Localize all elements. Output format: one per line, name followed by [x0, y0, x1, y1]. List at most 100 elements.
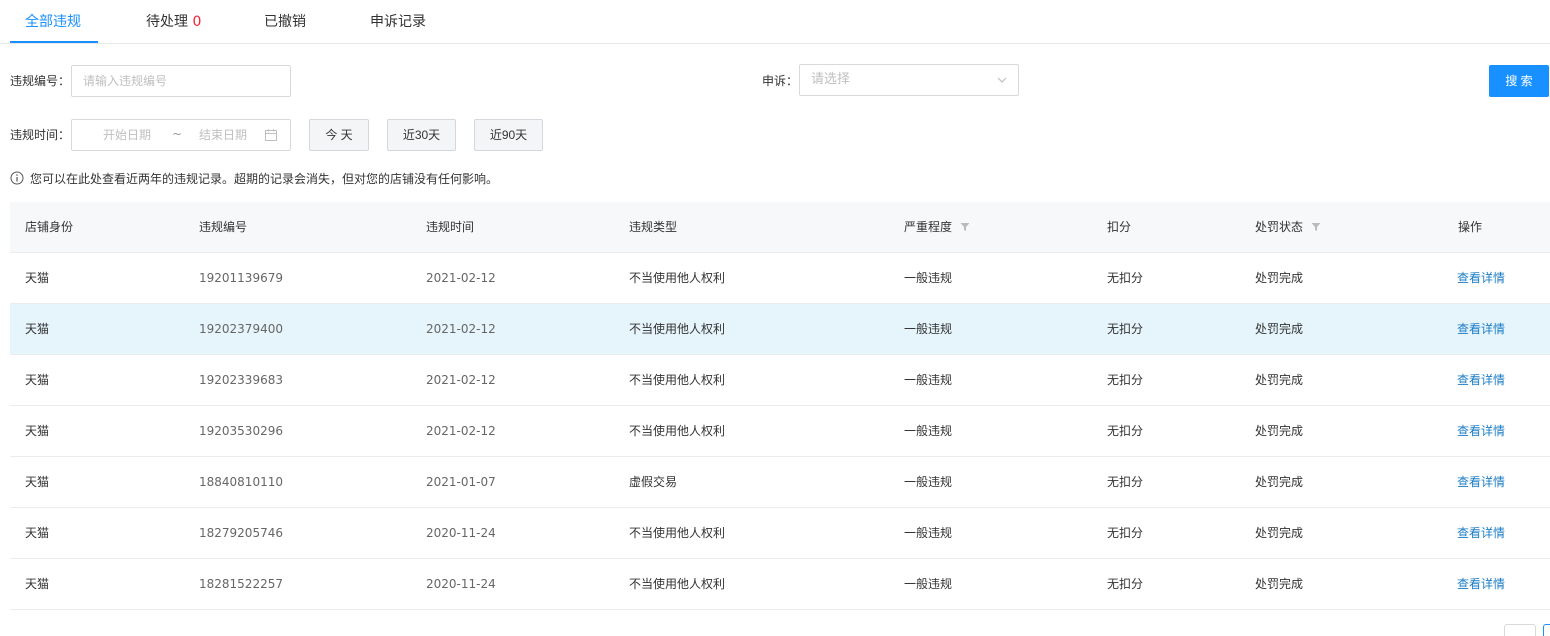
last-30-days-button[interactable]: 近30天	[387, 119, 456, 151]
cell-time: 2021-02-12	[426, 322, 496, 336]
retention-notice: 您可以在此处查看近两年的违规记录。超期的记录会消失，但对您的店铺没有任何影响。	[10, 170, 498, 186]
cell-status: 处罚完成	[1255, 322, 1304, 336]
violation-no-input[interactable]: 请输入违规编号	[71, 65, 291, 97]
cell-severity: 一般违规	[904, 577, 953, 591]
cell-number: 19202379400	[199, 322, 283, 336]
header-label: 店铺身份	[25, 220, 74, 234]
view-details-link[interactable]: 查看详情	[1457, 474, 1505, 490]
cell-identity: 天猫	[25, 271, 50, 285]
header-label: 扣分	[1107, 220, 1132, 234]
chevron-down-icon	[997, 77, 1007, 83]
cell-points: 无扣分	[1107, 373, 1144, 387]
cell-number: 18281522257	[199, 577, 283, 591]
header-severity[interactable]: 严重程度	[904, 219, 970, 235]
filter-icon[interactable]	[960, 222, 970, 232]
view-details-link[interactable]: 查看详情	[1457, 270, 1505, 286]
header-status[interactable]: 处罚状态	[1255, 219, 1321, 235]
cell-number: 18279205746	[199, 526, 283, 540]
pagination-page-button[interactable]	[1543, 624, 1550, 636]
cell-points: 无扣分	[1107, 424, 1144, 438]
violation-no-placeholder: 请输入违规编号	[83, 74, 168, 88]
table-row: 天猫 18281522257 2020-11-24 不当使用他人权利 一般违规 …	[10, 559, 1550, 610]
cell-identity: 天猫	[25, 373, 50, 387]
cell-type: 不当使用他人权利	[629, 322, 726, 336]
filter-icon[interactable]	[1311, 222, 1321, 232]
cell-type: 不当使用他人权利	[629, 424, 726, 438]
header-label: 违规类型	[629, 220, 678, 234]
view-details-link[interactable]: 查看详情	[1457, 525, 1505, 541]
cell-type: 不当使用他人权利	[629, 373, 726, 387]
cell-points: 无扣分	[1107, 271, 1144, 285]
header-label: 操作	[1458, 220, 1483, 234]
cell-time: 2021-02-12	[426, 271, 496, 285]
violation-time-label: 违规时间：	[10, 128, 71, 142]
cell-points: 无扣分	[1107, 475, 1144, 489]
pagination-prev-button[interactable]	[1504, 624, 1536, 636]
cell-points: 无扣分	[1107, 526, 1144, 540]
tab-appeal-records[interactable]: 申诉记录	[370, 12, 426, 32]
view-details-link[interactable]: 查看详情	[1457, 576, 1505, 592]
table-header: 店铺身份 违规编号 违规时间 违规类型 严重程度 扣分 处罚状态 操作	[10, 202, 1550, 253]
calendar-icon	[265, 129, 277, 141]
cell-number: 19203530296	[199, 424, 283, 438]
cell-status: 处罚完成	[1255, 526, 1304, 540]
cell-severity: 一般违规	[904, 526, 953, 540]
today-button[interactable]: 今 天	[309, 119, 369, 151]
cell-identity: 天猫	[25, 424, 50, 438]
header-label: 严重程度	[904, 220, 953, 234]
info-circle-icon	[10, 171, 24, 185]
header-identity: 店铺身份	[25, 219, 73, 235]
tab-label: 全部违规	[25, 14, 81, 30]
active-tab-indicator	[10, 41, 98, 43]
header-number: 违规编号	[199, 219, 247, 235]
cell-severity: 一般违规	[904, 271, 953, 285]
cell-number: 19202339683	[199, 373, 283, 387]
appeal-select[interactable]: 请选择	[799, 64, 1019, 96]
appeal-label: 申诉：	[762, 74, 799, 88]
cell-time: 2020-11-24	[426, 577, 496, 591]
tab-label: 申诉记录	[370, 14, 426, 30]
table-row: 天猫 19202379400 2021-02-12 不当使用他人权利 一般违规 …	[10, 304, 1550, 355]
appeal-placeholder: 请选择	[811, 72, 851, 87]
cell-type: 不当使用他人权利	[629, 577, 726, 591]
tab-all-violations[interactable]: 全部违规	[25, 12, 81, 32]
end-date-placeholder: 结束日期	[199, 128, 248, 142]
cell-severity: 一般违规	[904, 373, 953, 387]
table-row: 天猫 19203530296 2021-02-12 不当使用他人权利 一般违规 …	[10, 406, 1550, 457]
pending-count-badge: 0	[192, 14, 202, 30]
cell-time: 2021-02-12	[426, 424, 496, 438]
notice-text: 您可以在此处查看近两年的违规记录。超期的记录会消失，但对您的店铺没有任何影响。	[30, 171, 499, 186]
cell-status: 处罚完成	[1255, 424, 1304, 438]
date-range-picker[interactable]: 开始日期 ~ 结束日期	[71, 119, 291, 151]
range-separator: ~	[172, 127, 183, 141]
cell-time: 2020-11-24	[426, 526, 496, 540]
cell-status: 处罚完成	[1255, 577, 1304, 591]
cell-type: 不当使用他人权利	[629, 271, 726, 285]
tab-pending[interactable]: 待处理 0	[146, 12, 201, 32]
cell-time: 2021-02-12	[426, 373, 496, 387]
view-details-link[interactable]: 查看详情	[1457, 321, 1505, 337]
cell-severity: 一般违规	[904, 424, 953, 438]
cell-type: 虚假交易	[629, 475, 678, 489]
cell-status: 处罚完成	[1255, 373, 1304, 387]
header-points: 扣分	[1107, 219, 1131, 235]
tab-revoked[interactable]: 已撤销	[264, 12, 306, 32]
cell-identity: 天猫	[25, 526, 50, 540]
table-row: 天猫 19202339683 2021-02-12 不当使用他人权利 一般违规 …	[10, 355, 1550, 406]
view-details-link[interactable]: 查看详情	[1457, 372, 1505, 388]
header-type: 违规类型	[629, 219, 677, 235]
last-90-days-button[interactable]: 近90天	[474, 119, 543, 151]
search-button[interactable]: 搜 索	[1489, 65, 1549, 97]
cell-identity: 天猫	[25, 577, 50, 591]
view-details-link[interactable]: 查看详情	[1457, 423, 1505, 439]
header-action: 操作	[1458, 219, 1482, 235]
cell-severity: 一般违规	[904, 322, 953, 336]
tab-bar: 全部违规 待处理 0 已撤销 申诉记录	[0, 0, 1550, 44]
header-time: 违规时间	[426, 219, 474, 235]
cell-severity: 一般违规	[904, 475, 953, 489]
cell-points: 无扣分	[1107, 577, 1144, 591]
header-label: 违规时间	[426, 220, 475, 234]
cell-type: 不当使用他人权利	[629, 526, 726, 540]
start-date-placeholder: 开始日期	[103, 128, 152, 142]
header-label: 违规编号	[199, 220, 248, 234]
